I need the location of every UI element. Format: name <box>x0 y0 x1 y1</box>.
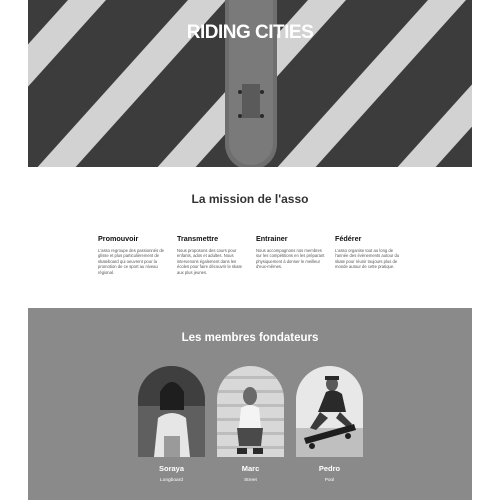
member-photo <box>217 366 284 457</box>
member-style: Longboard <box>160 478 183 483</box>
mission-column: Transmettre Nous proposons des cours pou… <box>177 234 249 275</box>
mission-column: Entrainer Nous accompagnons nos membres … <box>256 234 328 270</box>
member-card: Soraya Longboard <box>138 366 205 483</box>
mission-title: La mission de l'asso <box>191 192 309 206</box>
mission-column-title: Transmettre <box>177 234 219 243</box>
member-style: Pool <box>324 478 335 483</box>
member-name: Marc <box>241 464 260 473</box>
mission-columns: Promouvoir L'asso regroupe des passionné… <box>98 234 418 294</box>
mission-column-text: Nous accompagnons nos membres sur les co… <box>256 248 325 270</box>
member-card: Marc Street <box>217 366 284 483</box>
member-photo <box>138 366 205 457</box>
page: RIDING CITIES La mission de l'asso Promo… <box>28 0 472 500</box>
member-name: Soraya <box>158 464 185 473</box>
mission-column-text: L'asso regroupe des passionnés de glisse… <box>98 248 164 275</box>
mission-column: Fédérer L'asso organise tout au long de … <box>335 234 407 270</box>
hero-section: RIDING CITIES <box>28 0 472 167</box>
mission-column-title: Fédérer <box>335 234 362 243</box>
member-card: Pedro Pool <box>296 366 363 483</box>
mission-column-title: Entrainer <box>256 234 288 243</box>
member-style: Street <box>244 478 257 483</box>
founders-title: Les membres fondateurs <box>181 332 319 344</box>
mission-column-title: Promouvoir <box>98 234 139 243</box>
founders-section: Les membres fondateurs Soraya Longboard <box>28 308 472 500</box>
mission-column-text: L'asso organise tout au long de l'année … <box>335 248 400 270</box>
member-name: Pedro <box>318 464 341 473</box>
mission-column: Promouvoir L'asso regroupe des passionné… <box>98 234 170 275</box>
mission-column-text: Nous proposons des cours pour enfants, a… <box>177 248 242 275</box>
hero-title: RIDING CITIES <box>186 22 314 43</box>
member-photo <box>296 366 363 457</box>
